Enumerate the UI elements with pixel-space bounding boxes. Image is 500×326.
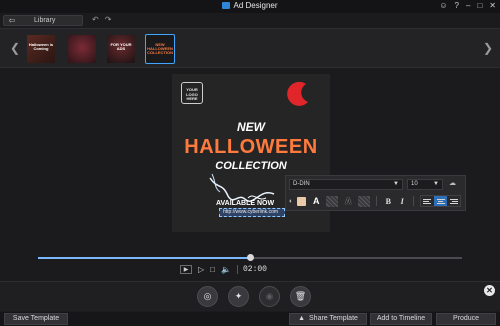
font-family-select[interactable]: D-DIN ▼ [289, 179, 403, 190]
share-template-button[interactable]: ▲ Share Template [289, 313, 367, 325]
produce-button[interactable]: Produce [436, 313, 496, 325]
strip-next-arrow-icon[interactable]: ❯ [483, 41, 493, 55]
close-panel-icon[interactable]: ✕ [484, 285, 495, 296]
headline-new[interactable]: NEW [172, 120, 330, 134]
strip-prev-arrow-icon[interactable]: ❮ [10, 41, 20, 55]
account-icon[interactable]: ☺ [439, 1, 447, 10]
alignment-group [420, 195, 462, 207]
fill-color-swatch[interactable] [297, 196, 307, 206]
align-right-button[interactable] [447, 196, 460, 206]
footer: Save Template ▲ Share Template Add to Tim… [0, 312, 500, 326]
text-format-toolbar: D-DIN ▼ 10 ▼ ☁ ◐ A A B I [285, 175, 466, 211]
divider [376, 196, 378, 206]
text-effect-shadow[interactable]: A [310, 196, 322, 207]
play-icon[interactable]: ▷ [198, 265, 204, 274]
layers-button[interactable]: ◉ [259, 286, 280, 307]
preview-mode-icon[interactable]: ▶ [180, 265, 192, 274]
minimize-icon[interactable]: – [466, 1, 470, 10]
delete-button[interactable]: 🗑 [290, 286, 311, 307]
url-text-selected[interactable]: http://www.cyberlink.com [219, 208, 285, 217]
close-icon[interactable]: ✕ [489, 1, 496, 10]
align-center-button[interactable] [434, 196, 448, 206]
divider [413, 196, 415, 206]
chevron-down-icon: ▼ [433, 181, 439, 187]
headline-collection[interactable]: COLLECTION [172, 160, 330, 172]
template-thumbnail-selected[interactable]: NEW HALLOWEEN COLLECTION [145, 34, 175, 64]
chevron-down-icon: ▼ [393, 181, 399, 187]
record-button[interactable]: ◎ [197, 286, 218, 307]
font-size-select[interactable]: 10 ▼ [407, 179, 443, 190]
help-icon[interactable]: ? [455, 1, 459, 10]
title-bar: Ad Designer ☺ ? – □ ✕ [0, 0, 500, 13]
maximize-icon[interactable]: □ [477, 1, 482, 10]
share-icon: ▲ [298, 315, 306, 322]
undo-redo: ↶ ↷ [92, 15, 111, 24]
action-panel: ◎ ✦ ◉ 🗑 ✕ [0, 281, 500, 311]
timeline-playhead[interactable] [247, 254, 254, 261]
italic-button[interactable]: I [397, 197, 407, 206]
bold-button[interactable]: B [383, 197, 393, 206]
undo-icon[interactable]: ↶ [92, 15, 99, 24]
stop-icon[interactable]: □ [210, 265, 215, 274]
app-logo-icon [222, 2, 231, 9]
headline-halloween[interactable]: HALLOWEEN [172, 136, 330, 159]
volume-icon[interactable]: 🔈 [221, 265, 231, 274]
toolbar: ⇦ Library ↶ ↷ [0, 13, 500, 27]
color-picker-icon[interactable]: ◐ [289, 198, 293, 205]
timeline-progress [38, 257, 250, 259]
app-title: Ad Designer [0, 1, 500, 10]
add-to-timeline-button[interactable]: Add to Timeline [370, 313, 432, 325]
library-tab[interactable]: ⇦ Library [3, 15, 83, 26]
text-effect-outline[interactable]: A [342, 196, 354, 207]
playback-controls: ▶ ▷ □ 🔈 02:00 [180, 264, 267, 275]
template-thumbnail[interactable] [68, 35, 96, 63]
text-effect-pattern-2[interactable] [358, 195, 371, 207]
text-effect-pattern[interactable] [326, 195, 339, 207]
save-template-button[interactable]: Save Template [4, 313, 68, 325]
time-readout: 02:00 [236, 265, 267, 274]
action-buttons: ◎ ✦ ◉ 🗑 [197, 286, 311, 307]
moon-icon [287, 82, 308, 106]
align-left-button[interactable] [421, 196, 434, 206]
available-now-text[interactable]: AVAILABLE NOW [216, 200, 274, 207]
back-arrow-icon[interactable]: ⇦ [4, 16, 20, 25]
text-style-icon[interactable]: ☁ [449, 179, 456, 187]
redo-icon[interactable]: ↷ [105, 15, 112, 24]
template-thumbnail[interactable]: FOR YOUR ADS [107, 35, 135, 63]
format-row: ◐ A A B I [289, 195, 462, 207]
magic-wand-button[interactable]: ✦ [228, 286, 249, 307]
logo-placeholder[interactable]: YOUR LOGO HERE [181, 82, 203, 104]
template-thumbnail[interactable]: Halloween is Coming [27, 35, 55, 63]
template-strip: ❮ Halloween is Coming FOR YOUR ADS NEW H… [0, 28, 500, 68]
timeline-scrubber[interactable] [38, 254, 462, 261]
window-controls: ☺ ? – □ ✕ [439, 1, 496, 10]
